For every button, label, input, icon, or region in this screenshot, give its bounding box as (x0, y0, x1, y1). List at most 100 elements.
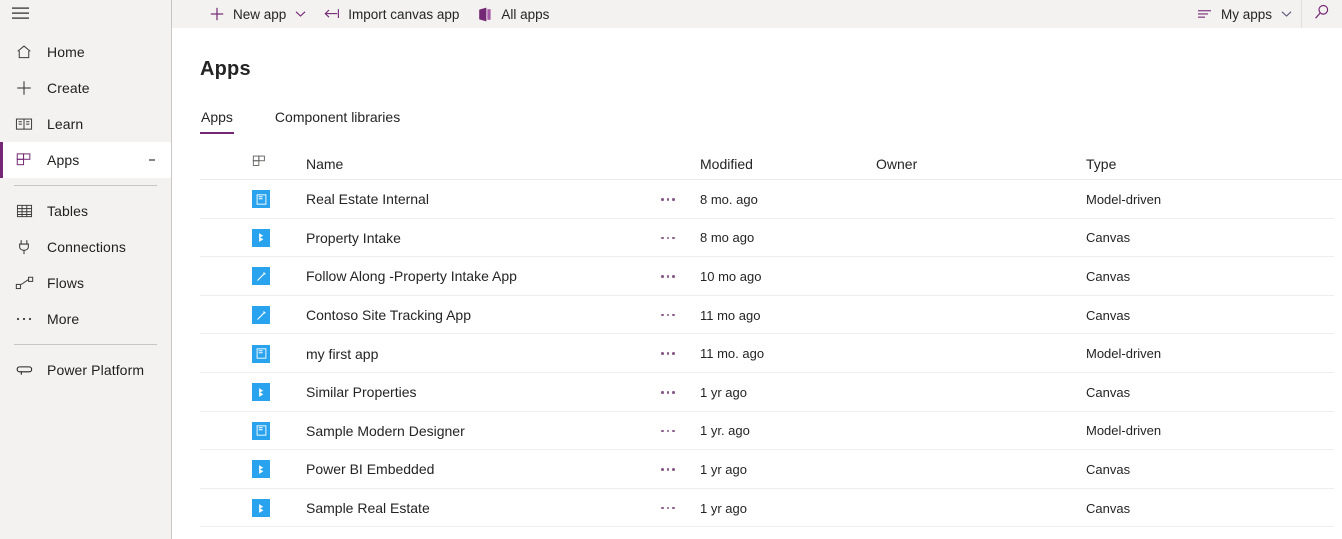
sidebar-item-learn[interactable]: Learn (0, 106, 171, 142)
app-name[interactable]: Contoso Site Tracking App (292, 307, 648, 323)
sidebar-item-connections[interactable]: Connections (0, 229, 171, 265)
sidebar-item-label: More (47, 311, 80, 327)
row-overflow-button[interactable] (648, 198, 688, 201)
table-row[interactable]: my first app 11 mo. ago Model-driven (200, 334, 1334, 373)
main-content: New app Import canvas app All apps My ap… (172, 0, 1342, 539)
sidebar-nav-primary: Home Create Learn Apps (0, 34, 171, 178)
search-button[interactable] (1301, 0, 1342, 28)
app-type: Model-driven (1086, 346, 1162, 362)
app-icon-cell (200, 190, 292, 209)
table-header-row: Name Modified Owner Type (200, 148, 1342, 180)
chevron-down-icon[interactable] (1281, 10, 1292, 18)
command-bar: New app Import canvas app All apps My ap… (172, 0, 1342, 28)
table-header-owner[interactable]: Owner (874, 156, 1084, 172)
canvas-app-icon (252, 383, 270, 402)
row-overflow-button[interactable] (648, 275, 688, 278)
sidebar-item-power-platform[interactable]: Power Platform (0, 352, 171, 388)
power-platform-icon (14, 360, 34, 380)
command-bar-left-group: New app Import canvas app All apps (172, 0, 558, 28)
table-row[interactable]: Sample Real Estate 1 yr ago Canvas (200, 489, 1334, 528)
row-overflow-button[interactable] (648, 391, 688, 394)
table-row[interactable]: Sample Modern Designer 1 yr. ago Model-d… (200, 412, 1334, 451)
row-overflow-button[interactable] (648, 352, 688, 355)
app-name[interactable]: Power BI Embedded (292, 461, 648, 477)
canvas-app-icon (252, 228, 270, 247)
app-modified: 1 yr ago (700, 500, 747, 516)
sidebar-item-tables[interactable]: Tables (0, 193, 171, 229)
all-apps-icon (477, 6, 493, 22)
table-row[interactable]: Contoso Site Tracking App 11 mo ago Canv… (200, 296, 1334, 335)
chevron-down-icon[interactable] (295, 10, 306, 18)
my-apps-filter-button[interactable]: My apps (1188, 0, 1301, 28)
hamburger-menu-button[interactable] (0, 0, 171, 28)
row-overflow-button[interactable] (648, 506, 688, 510)
app-modified: 1 yr ago (700, 461, 747, 477)
table-row[interactable]: Similar Properties 1 yr ago Canvas (200, 373, 1334, 412)
tab-apps[interactable]: Apps (200, 109, 234, 134)
pen-app-icon (252, 267, 270, 286)
home-icon (14, 42, 34, 62)
table-row[interactable]: Power BI Embedded 1 yr ago Canvas (200, 450, 1334, 489)
table-row[interactable]: Real Estate Internal 8 mo. ago Model-dri… (200, 180, 1334, 219)
row-overflow-button[interactable] (648, 236, 688, 240)
sidebar-divider-2 (14, 344, 157, 345)
sidebar-item-label: Home (47, 44, 85, 60)
row-overflow-button[interactable] (648, 313, 688, 317)
new-app-label: New app (233, 6, 287, 22)
app-name[interactable]: Follow Along -Property Intake App (292, 268, 648, 284)
app-name[interactable]: Sample Real Estate (292, 500, 648, 516)
app-name[interactable]: Real Estate Internal (292, 191, 648, 207)
my-apps-label: My apps (1220, 6, 1272, 22)
app-name[interactable]: my first app (292, 346, 648, 362)
plug-icon (14, 237, 34, 257)
sidebar-item-label: Connections (47, 239, 126, 255)
sidebar-item-label: Flows (47, 275, 85, 291)
sidebar-item-label: Apps (47, 152, 80, 168)
filter-lines-icon (1197, 6, 1213, 22)
sidebar-item-flows[interactable]: Flows (0, 265, 171, 301)
table-header-name[interactable]: Name (292, 156, 648, 172)
plus-icon (14, 78, 34, 98)
tab-component-libraries[interactable]: Component libraries (274, 109, 401, 134)
app-modified: 1 yr ago (700, 384, 747, 400)
row-overflow-button[interactable] (648, 429, 688, 433)
app-icon-cell (200, 383, 292, 402)
app-icon-cell (200, 460, 292, 479)
model-driven-app-icon (252, 190, 270, 209)
sidebar-item-label: Create (47, 80, 90, 96)
app-name[interactable]: Similar Properties (292, 384, 648, 400)
command-bar-right-group: My apps (1188, 0, 1342, 28)
sidebar-item-more[interactable]: More (0, 301, 171, 337)
sidebar-apps-overflow-button[interactable] (149, 142, 155, 178)
app-type: Canvas (1086, 500, 1131, 516)
app-name[interactable]: Property Intake (292, 230, 648, 246)
hamburger-icon (12, 7, 30, 21)
table-header-modified[interactable]: Modified (688, 156, 874, 172)
sidebar-item-home[interactable]: Home (0, 34, 171, 70)
sidebar-item-create[interactable]: Create (0, 70, 171, 106)
import-arrow-icon (324, 6, 340, 22)
row-overflow-button[interactable] (648, 468, 688, 471)
canvas-app-icon (252, 460, 270, 479)
all-apps-button[interactable]: All apps (468, 0, 558, 28)
new-app-button[interactable]: New app (200, 0, 315, 28)
app-modified: 8 mo ago (700, 230, 755, 246)
sidebar-item-label: Power Platform (47, 362, 145, 378)
app-name[interactable]: Sample Modern Designer (292, 423, 648, 439)
import-canvas-app-button[interactable]: Import canvas app (315, 0, 468, 28)
plus-icon (209, 6, 225, 22)
table-header-type[interactable]: Type (1084, 156, 1334, 172)
app-icon-cell (200, 499, 292, 518)
table-row[interactable]: Property Intake 8 mo ago Canvas (200, 219, 1334, 258)
sidebar-item-apps[interactable]: Apps (0, 142, 171, 178)
app-icon-cell (200, 344, 292, 363)
sidebar-item-label: Tables (47, 203, 89, 219)
app-modified: 8 mo. ago (700, 191, 758, 207)
app-icon-cell (200, 421, 292, 440)
sidebar-divider-1 (14, 185, 157, 186)
table-row[interactable]: Follow Along -Property Intake App 10 mo … (200, 257, 1334, 296)
app-modified: 10 mo ago (700, 268, 762, 284)
tab-list: Apps Component libraries (200, 104, 1342, 134)
app-type: Model-driven (1086, 423, 1162, 439)
sidebar-nav-secondary: Tables Connections Flows More (0, 193, 171, 337)
